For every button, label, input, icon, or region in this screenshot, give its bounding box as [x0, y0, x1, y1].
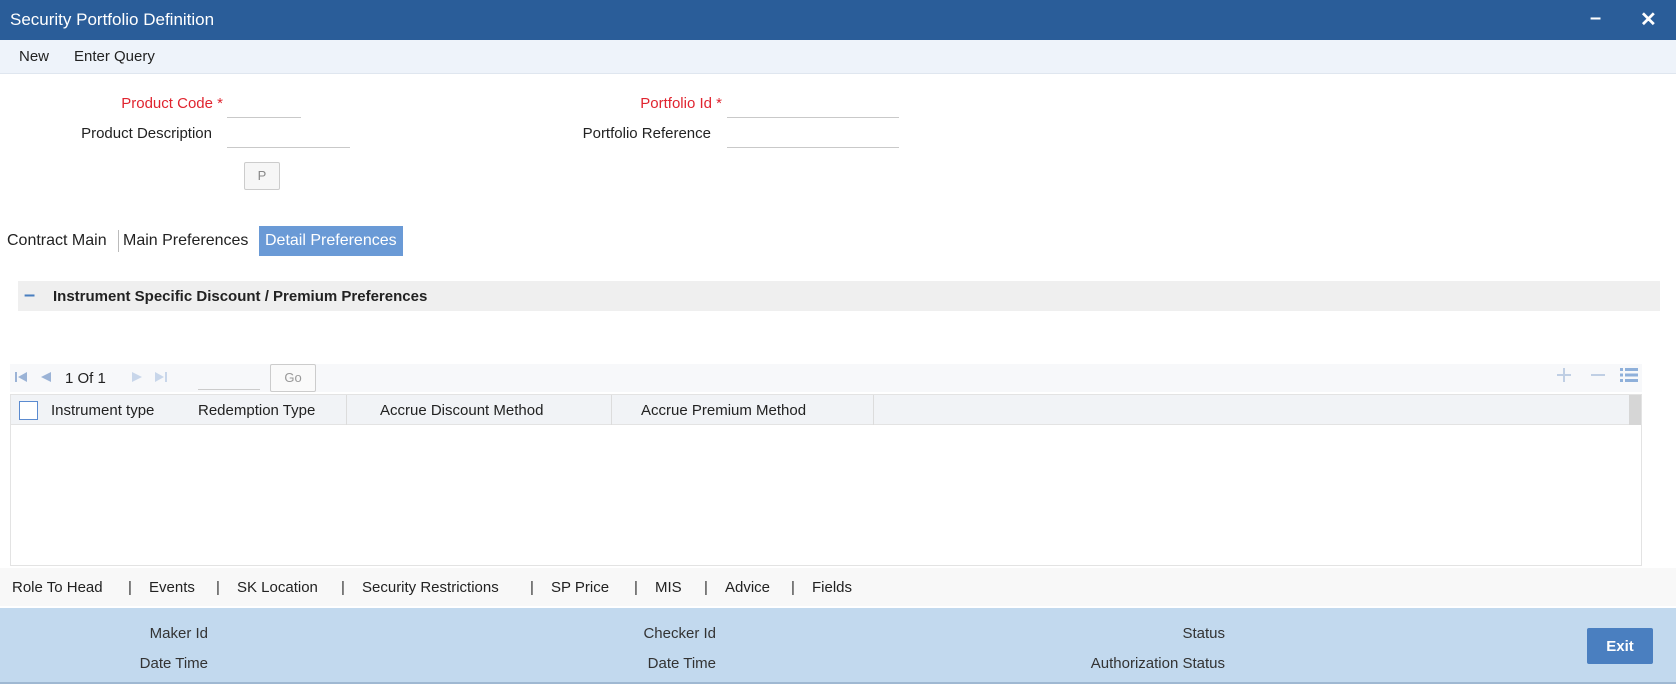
portfolio-id-label-text: Portfolio Id — [640, 95, 712, 112]
audit-footer: Maker Id Date Time Checker Id Date Time … — [0, 608, 1676, 684]
required-marker: * — [716, 95, 722, 112]
next-page-icon[interactable] — [130, 370, 144, 387]
menu-bar: New Enter Query — [0, 40, 1676, 74]
column-header-redemption-type[interactable]: Redemption Type — [198, 402, 315, 419]
menu-enter-query[interactable]: Enter Query — [74, 48, 155, 65]
tab-main-preferences[interactable]: Main Preferences — [123, 226, 248, 256]
link-separator: | — [530, 579, 534, 596]
column-divider — [873, 395, 874, 425]
close-button[interactable]: ✕ — [1640, 7, 1657, 32]
column-settings-icon[interactable] — [1620, 366, 1638, 389]
checker-id-label: Checker Id — [643, 625, 716, 642]
page-number-input[interactable] — [198, 366, 260, 390]
instrument-preferences-grid: Instrument type Redemption Type Accrue D… — [10, 394, 1642, 566]
link-role-to-head[interactable]: Role To Head — [12, 579, 103, 596]
link-advice[interactable]: Advice — [725, 579, 770, 596]
link-separator: | — [634, 579, 638, 596]
product-lookup-button[interactable]: P — [244, 162, 280, 190]
page-indicator: 1 Of 1 — [65, 370, 106, 387]
column-header-accrue-discount-method[interactable]: Accrue Discount Method — [380, 402, 543, 419]
required-marker: * — [217, 95, 223, 112]
tab-divider — [118, 230, 119, 252]
product-description-label: Product Description — [81, 125, 212, 142]
link-separator: | — [128, 579, 132, 596]
exit-button[interactable]: Exit — [1587, 628, 1653, 664]
link-fields[interactable]: Fields — [812, 579, 852, 596]
column-header-accrue-premium-method[interactable]: Accrue Premium Method — [641, 402, 806, 419]
first-page-icon[interactable] — [14, 370, 28, 387]
tab-detail-preferences[interactable]: Detail Preferences — [259, 226, 403, 256]
tab-contract-main[interactable]: Contract Main — [7, 226, 107, 256]
add-row-icon[interactable] — [1556, 366, 1572, 389]
select-all-checkbox[interactable] — [19, 401, 38, 420]
link-separator: | — [216, 579, 220, 596]
go-button[interactable]: Go — [270, 364, 316, 392]
product-description-input[interactable] — [227, 120, 350, 148]
grid-pager: 1 Of 1 Go — [10, 364, 1642, 392]
collapse-icon[interactable]: – — [24, 284, 35, 307]
window-title: Security Portfolio Definition — [10, 10, 215, 29]
maker-date-time-label: Date Time — [139, 655, 208, 672]
minimize-button[interactable]: – — [1590, 7, 1601, 30]
menu-new[interactable]: New — [19, 48, 49, 65]
link-separator: | — [704, 579, 708, 596]
link-separator: | — [341, 579, 345, 596]
grid-scrollbar[interactable] — [1629, 395, 1641, 425]
status-label: Status — [1182, 625, 1225, 642]
portfolio-reference-input[interactable] — [727, 120, 899, 148]
portfolio-reference-label: Portfolio Reference — [582, 125, 711, 142]
portfolio-id-label: Portfolio Id * — [580, 95, 722, 112]
grid-header: Instrument type Redemption Type Accrue D… — [11, 395, 1631, 425]
product-code-input[interactable] — [227, 90, 301, 118]
last-page-icon[interactable] — [154, 370, 168, 387]
section-title: Instrument Specific Discount / Premium P… — [53, 288, 428, 305]
column-divider — [346, 395, 347, 425]
column-header-instrument-type[interactable]: Instrument type — [51, 402, 154, 419]
product-code-label-text: Product Code — [121, 95, 213, 112]
link-sp-price[interactable]: SP Price — [551, 579, 609, 596]
column-divider — [611, 395, 612, 425]
link-sk-location[interactable]: SK Location — [237, 579, 318, 596]
product-code-label: Product Code * — [60, 95, 223, 112]
maker-id-label: Maker Id — [149, 625, 208, 642]
delete-row-icon[interactable] — [1590, 366, 1606, 389]
link-separator: | — [791, 579, 795, 596]
authorization-status-label: Authorization Status — [1090, 655, 1225, 672]
link-events[interactable]: Events — [149, 579, 195, 596]
subsystem-links: Role To Head | Events | SK Location | Se… — [0, 568, 1676, 606]
link-mis[interactable]: MIS — [655, 579, 682, 596]
portfolio-id-input[interactable] — [727, 90, 899, 118]
window-title-bar: Security Portfolio Definition – ✕ — [0, 0, 1676, 40]
checker-date-time-label: Date Time — [647, 655, 716, 672]
link-security-restrictions[interactable]: Security Restrictions — [362, 579, 499, 596]
section-header: – Instrument Specific Discount / Premium… — [18, 281, 1660, 311]
previous-page-icon[interactable] — [39, 370, 53, 387]
